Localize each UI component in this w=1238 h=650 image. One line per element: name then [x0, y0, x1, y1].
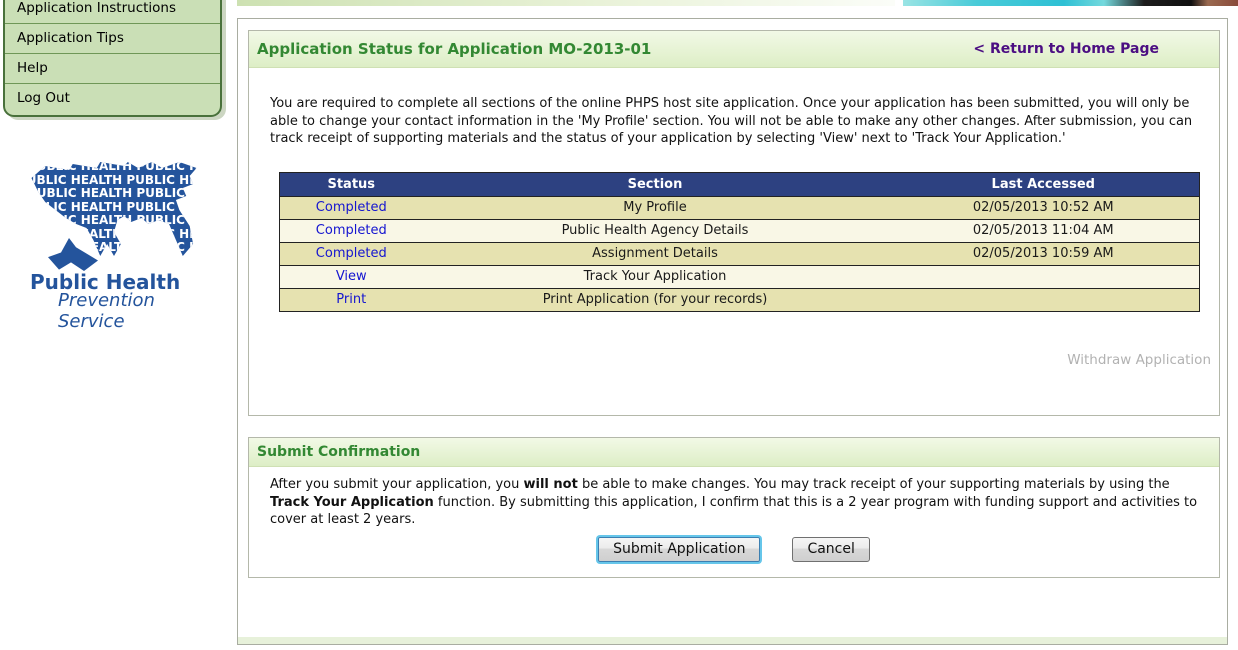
sidebar-item-log-out[interactable]: Log Out: [5, 84, 220, 115]
table-row: Completed Public Health Agency Details 0…: [280, 219, 1200, 242]
sidebar-item-help[interactable]: Help: [5, 54, 220, 84]
banner-strip-right: [903, 0, 1238, 6]
last-accessed-cell: [888, 265, 1200, 288]
status-table: Status Section Last Accessed Completed M…: [279, 172, 1200, 312]
map-text: PUBLIC HEALTH PUBLIC HEALTH PUB: [28, 241, 200, 255]
submit-text-bold: will not: [524, 477, 578, 492]
page: Application Instructions Application Tip…: [0, 0, 1238, 650]
return-to-home-link[interactable]: < Return to Home Page: [973, 41, 1219, 57]
status-link-assignment-details[interactable]: Completed: [316, 246, 387, 261]
table-row: Print Print Application (for your record…: [280, 288, 1200, 311]
last-accessed-cell: 02/05/2013 10:59 AM: [888, 242, 1200, 265]
application-status-section: Application Status for Application MO-20…: [248, 30, 1220, 416]
section-cell: Public Health Agency Details: [423, 219, 888, 242]
main-panel: Application Status for Application MO-20…: [237, 18, 1228, 645]
print-application-link[interactable]: Print: [336, 292, 366, 307]
status-section-header: Application Status for Application MO-20…: [249, 31, 1219, 68]
section-cell: Track Your Application: [423, 265, 888, 288]
withdraw-application-link-disabled[interactable]: Withdraw Application: [249, 352, 1211, 368]
table-row: View Track Your Application: [280, 265, 1200, 288]
map-text: PUBLIC HEALTH PUBLIC HEALTH PUB: [28, 201, 200, 215]
last-accessed-cell: [888, 288, 1200, 311]
status-link-agency-details[interactable]: Completed: [316, 223, 387, 238]
section-cell: Print Application (for your records): [423, 288, 888, 311]
col-status: Status: [280, 172, 423, 196]
submit-section-header: Submit Confirmation: [249, 438, 1219, 467]
phps-logo: PUBLIC HEALTH PUBLIC HEALTH PUB PUBLIC H…: [28, 160, 213, 310]
map-text: PUBLIC HEALTH PUBLIC HEALTH PUB: [28, 174, 200, 188]
button-row: Submit Application Cancel: [249, 537, 1219, 562]
submit-confirmation-title: Submit Confirmation: [249, 444, 420, 460]
banner-strip-left: [237, 0, 895, 6]
map-text: PUBLIC HEALTH PUBLIC HEALTH PUB: [28, 214, 200, 228]
table-row: Completed My Profile 02/05/2013 10:52 AM: [280, 196, 1200, 219]
sidebar-item-application-tips[interactable]: Application Tips: [5, 24, 220, 54]
last-accessed-cell: 02/05/2013 11:04 AM: [888, 219, 1200, 242]
submit-text-part: be able to make changes. You may track r…: [578, 477, 1170, 492]
sidebar-menu: Application Instructions Application Tip…: [3, 0, 222, 117]
table-header-row: Status Section Last Accessed: [280, 172, 1200, 196]
section-cell: Assignment Details: [423, 242, 888, 265]
page-title: Application Status for Application MO-20…: [249, 40, 651, 58]
sidebar-item-application-instructions[interactable]: Application Instructions: [5, 0, 220, 24]
view-track-application-link[interactable]: View: [336, 269, 367, 284]
status-link-my-profile[interactable]: Completed: [316, 200, 387, 215]
panel-footer-strip: [238, 637, 1227, 644]
map-text: PUBLIC HEALTH PUBLIC HEALTH PUB: [28, 160, 200, 174]
cancel-button[interactable]: Cancel: [792, 537, 869, 562]
submit-application-button[interactable]: Submit Application: [598, 537, 760, 562]
submit-text-part: After you submit your application, you: [270, 477, 524, 492]
map-text: PUBLIC HEALTH PUBLIC HEALTH PUB: [28, 187, 200, 201]
intro-text: You are required to complete all section…: [270, 95, 1203, 148]
logo-subtitle: Prevention Service: [58, 290, 213, 332]
submit-confirmation-text: After you submit your application, you w…: [270, 476, 1203, 529]
map-text: PUBLIC HEALTH PUBLIC HEALTH PUB: [28, 228, 200, 242]
alaska-map-graphic: [48, 238, 98, 271]
last-accessed-cell: 02/05/2013 10:52 AM: [888, 196, 1200, 219]
submit-confirmation-section: Submit Confirmation After you submit you…: [248, 437, 1220, 578]
section-cell: My Profile: [423, 196, 888, 219]
us-map-graphic: PUBLIC HEALTH PUBLIC HEALTH PUB PUBLIC H…: [28, 160, 200, 260]
submit-text-bold: Track Your Application: [270, 495, 434, 510]
col-section: Section: [423, 172, 888, 196]
table-row: Completed Assignment Details 02/05/2013 …: [280, 242, 1200, 265]
col-last-accessed: Last Accessed: [888, 172, 1200, 196]
